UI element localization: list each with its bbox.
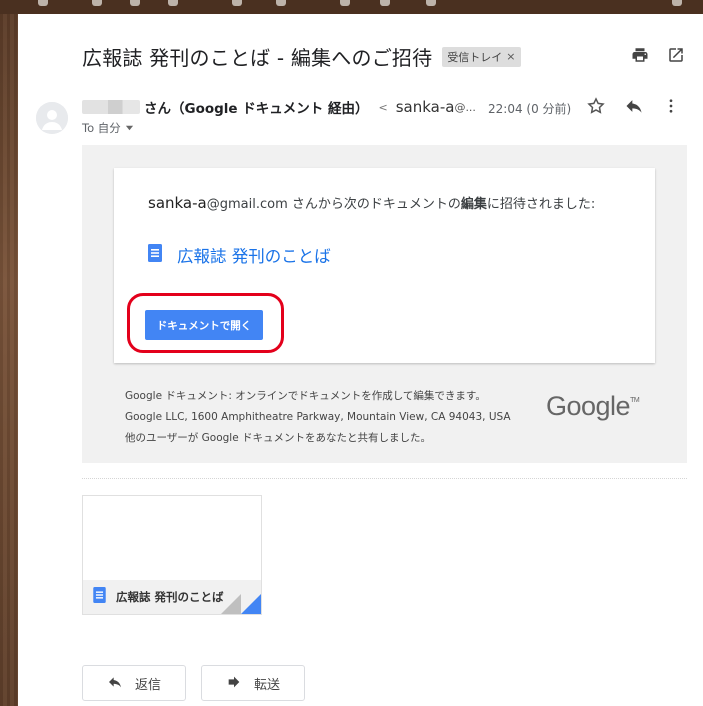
- open-in-docs-button[interactable]: ドキュメントで開く: [145, 310, 263, 340]
- toolbar-icon[interactable]: [340, 0, 350, 6]
- inviter-email-domain: @gmail.com: [206, 197, 288, 212]
- footer-line-3: 他のユーザーが Google ドキュメントをあなたと共有しました。: [125, 432, 431, 444]
- avatar-icon: [36, 102, 68, 134]
- footer-line-1: Google ドキュメント: オンラインでドキュメントを作成して編集できます。: [125, 390, 486, 402]
- sender-email[interactable]: sanka-a: [396, 98, 455, 116]
- sender-row: さん（Google ドキュメント 経由） < sanka-a @...: [82, 97, 476, 117]
- toolbar-icon[interactable]: [38, 0, 48, 6]
- open-in-new-window-icon[interactable]: [667, 46, 685, 64]
- toolbar-icon[interactable]: [130, 0, 140, 6]
- inbox-label-chip[interactable]: 受信トレイ ×: [442, 46, 521, 67]
- doc-link-row[interactable]: 広報誌 発刊のことば: [148, 243, 331, 267]
- recipient-label: To 自分: [82, 121, 121, 135]
- reply-button[interactable]: 返信: [82, 665, 186, 701]
- star-icon[interactable]: [586, 96, 606, 120]
- sender-name: さん（Google ドキュメント 経由）: [144, 101, 369, 117]
- toolbar-icon[interactable]: [92, 0, 102, 6]
- google-logo: GoogleTM: [546, 391, 640, 422]
- email-body: sanka-a@gmail.com さんから次のドキュメントの編集に招待されまし…: [82, 145, 687, 463]
- avatar: [36, 102, 68, 134]
- recipient-row[interactable]: To 自分: [82, 120, 134, 136]
- doc-title-link[interactable]: 広報誌 発刊のことば: [177, 243, 331, 267]
- inviter-email-user: sanka-a: [148, 194, 207, 212]
- attachment-fold-shadow: [221, 594, 241, 614]
- google-logo-tm: TM: [630, 397, 640, 404]
- invite-message: sanka-a@gmail.com さんから次のドキュメントの編集に招待されまし…: [148, 194, 618, 214]
- browser-toolbar-strip: [0, 0, 703, 14]
- attachment-blue-corner: [241, 594, 261, 614]
- message-actions: [586, 96, 680, 120]
- dropdown-arrow-icon[interactable]: [125, 121, 134, 135]
- print-icon[interactable]: [631, 46, 649, 64]
- email-footer: Google ドキュメント: オンラインでドキュメントを作成して編集できます。 …: [125, 386, 511, 449]
- toolbar-icon[interactable]: [276, 0, 286, 6]
- top-actions: [631, 46, 685, 64]
- toolbar-icon[interactable]: [672, 0, 682, 6]
- subject-row: 広報誌 発刊のことば - 編集へのご招待 受信トレイ ×: [82, 42, 521, 71]
- google-logo-text: Google: [546, 391, 631, 421]
- sender-email-bracket: <: [378, 100, 388, 114]
- google-docs-icon: [93, 587, 106, 607]
- forward-icon: [226, 674, 242, 693]
- invite-text-part-2: に招待されました:: [486, 197, 596, 212]
- reply-icon[interactable]: [624, 96, 644, 120]
- inbox-label-text: 受信トレイ: [447, 50, 503, 64]
- attachment-card[interactable]: 広報誌 発刊のことば: [82, 495, 262, 615]
- attachment-separator: [82, 478, 687, 479]
- google-docs-icon: [148, 244, 162, 266]
- invite-text-bold: 編集: [460, 197, 487, 212]
- attachment-name: 広報誌 発刊のことば: [116, 590, 224, 604]
- remove-label-button[interactable]: ×: [506, 50, 515, 63]
- email-view-panel: 広報誌 発刊のことば - 編集へのご招待 受信トレイ × さん（Google ド…: [18, 14, 703, 706]
- forward-button[interactable]: 転送: [201, 665, 305, 701]
- sender-email-truncated: @...: [454, 100, 476, 114]
- toolbar-icon[interactable]: [168, 0, 178, 6]
- redacted-sender-name: [82, 100, 140, 114]
- invite-card: sanka-a@gmail.com さんから次のドキュメントの編集に招待されまし…: [114, 168, 655, 363]
- reply-icon: [107, 674, 123, 693]
- toolbar-icon[interactable]: [380, 0, 390, 6]
- more-vertical-icon[interactable]: [662, 96, 680, 120]
- forward-button-label: 転送: [253, 676, 280, 692]
- email-timestamp: 22:04 (0 分前): [488, 102, 572, 116]
- invite-text-part-1: さんから次のドキュメントの: [287, 197, 461, 212]
- reply-button-label: 返信: [134, 676, 161, 692]
- footer-line-2: Google LLC, 1600 Amphitheatre Parkway, M…: [125, 411, 511, 423]
- toolbar-icon[interactable]: [232, 0, 242, 6]
- reply-forward-row: 返信 転送: [82, 665, 305, 701]
- email-subject: 広報誌 発刊のことば - 編集へのご招待: [82, 46, 433, 70]
- toolbar-icon[interactable]: [426, 0, 436, 6]
